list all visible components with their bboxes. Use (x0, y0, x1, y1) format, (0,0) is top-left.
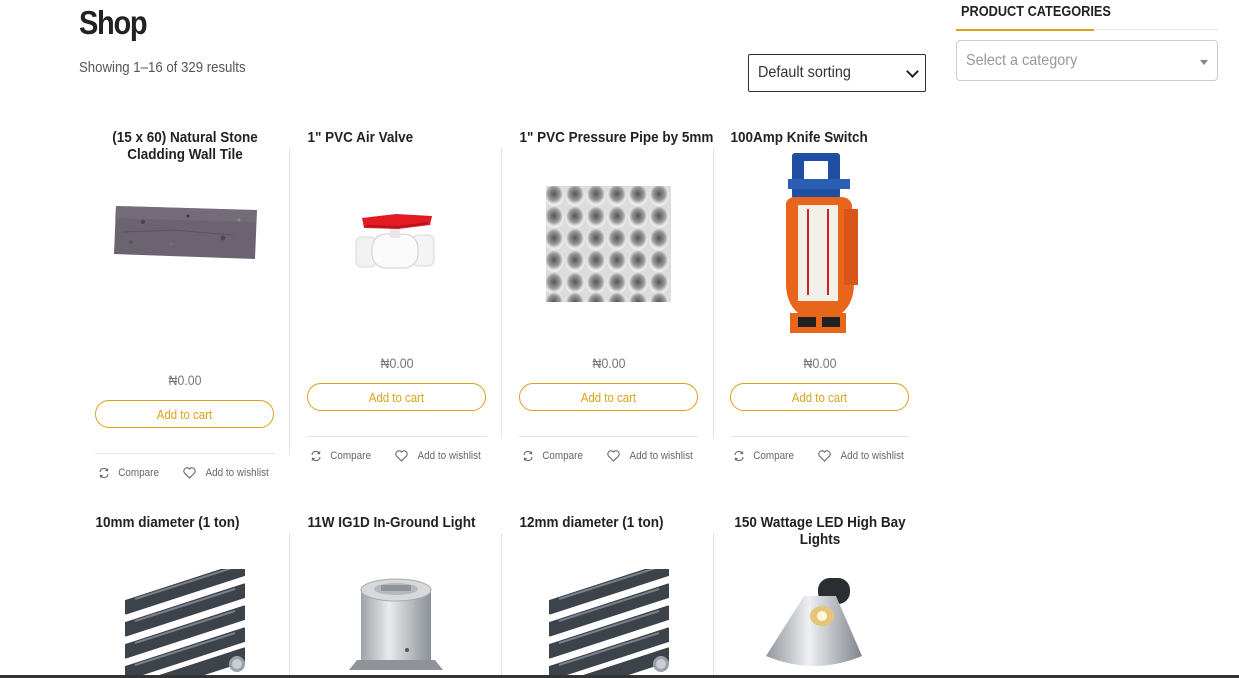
result-count: Showing 1–16 of 329 results (79, 59, 246, 76)
product-price: ₦0.00 (592, 355, 626, 371)
grid-divider (289, 148, 290, 455)
compare-label: Compare (752, 450, 794, 462)
product-card: 100Amp Knife Switch ₦0.00 Add to cart Co… (730, 129, 910, 474)
sort-select-value: Default sorting (758, 64, 851, 81)
grid-divider (501, 533, 502, 678)
card-divider (519, 436, 699, 437)
highbay-light-image[interactable] (764, 576, 864, 676)
wishlist-link[interactable]: Add to wishlist (395, 450, 484, 462)
product-card: 12mm diameter (1 ton) (519, 514, 699, 675)
wishlist-link[interactable]: Add to wishlist (183, 467, 272, 479)
compare-label: Compare (541, 450, 583, 462)
card-actions: Compare Add to wishlist (95, 467, 275, 479)
heart-icon (183, 467, 196, 479)
wishlist-label: Add to wishlist (205, 467, 269, 479)
heading-accent-underline (956, 29, 1094, 31)
heart-icon (818, 450, 831, 462)
add-to-cart-button[interactable]: Add to cart (519, 383, 698, 411)
product-card: 1" PVC Air Valve ₦0.00 Add to cart Compa… (307, 129, 487, 474)
product-card: 1" PVC Pressure Pipe by 5mm ₦0.00 Add to… (519, 129, 713, 474)
product-title[interactable]: 1" PVC Air Valve (307, 129, 477, 146)
grid-divider (289, 533, 290, 678)
add-to-cart-label: Add to cart (368, 389, 425, 405)
wishlist-link[interactable]: Add to wishlist (818, 450, 907, 462)
card-actions: Compare Add to wishlist (730, 450, 910, 462)
sort-select[interactable]: Default sorting (748, 54, 926, 92)
card-actions: Compare Add to wishlist (307, 450, 487, 462)
wishlist-link[interactable]: Add to wishlist (607, 450, 696, 462)
card-divider (95, 453, 275, 454)
product-categories-heading: PRODUCT CATEGORIES (961, 3, 1111, 20)
compare-link[interactable]: Compare (98, 467, 161, 479)
add-to-cart-button[interactable]: Add to cart (307, 383, 486, 411)
product-title[interactable]: (15 x 60) Natural Stone Cladding Wall Ti… (93, 129, 277, 163)
heart-icon (607, 450, 620, 462)
compare-link[interactable]: Compare (522, 450, 585, 462)
grid-divider (713, 533, 714, 678)
card-actions: Compare Add to wishlist (519, 450, 699, 462)
product-title[interactable]: 1" PVC Pressure Pipe by 5mm (519, 129, 713, 146)
pvc-valve-image[interactable] (352, 212, 442, 274)
compare-link[interactable]: Compare (733, 450, 796, 462)
product-card: 11W IG1D In-Ground Light (307, 514, 487, 674)
add-to-cart-button[interactable]: Add to cart (95, 400, 274, 428)
compare-label: Compare (329, 450, 371, 462)
product-price: ₦0.00 (380, 355, 414, 371)
product-card: 150 Wattage LED High Bay Lights (730, 514, 910, 674)
heart-icon (395, 450, 408, 462)
product-price: ₦0.00 (803, 355, 837, 371)
product-title[interactable]: 10mm diameter (1 ton) (95, 514, 265, 531)
category-select-placeholder: Select a category (966, 51, 1078, 69)
wishlist-label: Add to wishlist (629, 450, 693, 462)
compare-icon (523, 450, 533, 462)
add-to-cart-button[interactable]: Add to cart (730, 383, 909, 411)
product-price: ₦0.00 (168, 372, 202, 388)
compare-label: Compare (117, 467, 159, 479)
wishlist-label: Add to wishlist (417, 450, 481, 462)
compare-icon (734, 450, 744, 462)
product-title[interactable]: 11W IG1D In-Ground Light (307, 514, 477, 531)
product-card: 10mm diameter (1 ton) (95, 514, 275, 675)
card-divider (730, 436, 910, 437)
dropdown-arrow-icon (1200, 60, 1208, 65)
rebar-image[interactable] (549, 569, 669, 675)
rebar-image[interactable] (125, 569, 245, 675)
compare-icon (311, 450, 321, 462)
compare-link[interactable]: Compare (310, 450, 373, 462)
product-title[interactable]: 100Amp Knife Switch (730, 129, 900, 146)
inground-light-image[interactable] (349, 574, 445, 678)
add-to-cart-label: Add to cart (791, 389, 848, 405)
add-to-cart-label: Add to cart (580, 389, 637, 405)
product-card: (15 x 60) Natural Stone Cladding Wall Ti… (95, 129, 275, 489)
knife-switch-image[interactable] (782, 153, 860, 335)
product-title[interactable]: 150 Wattage LED High Bay Lights (728, 514, 912, 548)
category-select[interactable]: Select a category (956, 40, 1218, 81)
wishlist-label: Add to wishlist (840, 450, 904, 462)
chevron-down-icon (906, 64, 919, 78)
grid-divider (713, 148, 714, 438)
add-to-cart-label: Add to cart (156, 406, 213, 422)
page-title: Shop (79, 4, 148, 41)
compare-icon (99, 467, 109, 479)
grid-divider (501, 148, 502, 438)
product-title[interactable]: 12mm diameter (1 ton) (519, 514, 689, 531)
pvc-pipes-image[interactable] (546, 186, 671, 302)
stone-tile-image[interactable] (113, 202, 259, 262)
card-divider (307, 436, 487, 437)
